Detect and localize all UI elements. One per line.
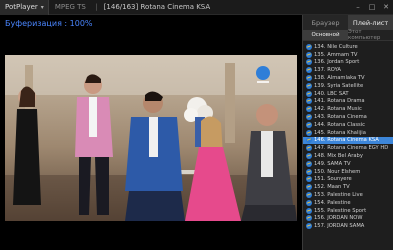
- playlist-item-label: 134. Nile Culture: [314, 43, 358, 50]
- stream-icon: [306, 168, 312, 175]
- stream-icon: [306, 184, 312, 191]
- playlist-item-label: 138. Almamlaka TV: [314, 75, 365, 82]
- playlist-item[interactable]: 152. Maan TV: [303, 183, 393, 191]
- playlist-item[interactable]: 137. ROYA: [303, 66, 393, 74]
- playlist-item-label: 153. Palestine Live: [314, 192, 363, 199]
- stream-icon: [306, 67, 312, 74]
- playlist-item-label: 156. JORDAN NOW: [314, 215, 363, 222]
- window-title: MPEG TS | [146/163] Rotana Cinema KSA: [54, 3, 211, 11]
- video-frame[interactable]: [5, 55, 297, 221]
- stream-icon: [306, 82, 312, 89]
- playlist-item[interactable]: 142. Rotana Music: [303, 105, 393, 113]
- panel-subtabs: Основной Этот компьютер: [303, 29, 393, 41]
- playlist-item[interactable]: 154. Palestine: [303, 199, 393, 207]
- playlist-item-label: 137. ROYA: [314, 67, 341, 74]
- playlist-item-label: 135. Ammam TV: [314, 51, 358, 58]
- playlist-item-label: 141. Rotana Drama: [314, 98, 365, 105]
- stream-icon: [306, 59, 312, 66]
- app-name: PotPlayer: [5, 3, 38, 11]
- playlist-item-label: 146. Rotana Cinema KSA: [314, 137, 379, 144]
- title-bar: PotPlayer ▾ MPEG TS | [146/163] Rotana C…: [0, 0, 393, 15]
- subtab-this-computer[interactable]: Этот компьютер: [348, 29, 393, 41]
- playlist-list: 134. Nile Culture 135. Ammam TV 136. Jorda…: [303, 41, 393, 230]
- playlist-item[interactable]: 153. Palestine Live: [303, 191, 393, 199]
- maximize-icon[interactable]: □: [365, 0, 379, 15]
- playlist-item[interactable]: 136. Jordan Sport: [303, 59, 393, 67]
- playlist-item-label: 148. Mix Bel Araby: [314, 153, 363, 160]
- stream-icon: [306, 106, 312, 113]
- stream-icon: [306, 223, 312, 230]
- stream-icon: [306, 145, 312, 152]
- playlist-item[interactable]: 149. SAMA TV: [303, 160, 393, 168]
- close-icon[interactable]: ✕: [379, 0, 393, 15]
- stream-icon: [306, 192, 312, 199]
- stream-icon: [306, 114, 312, 121]
- playlist-item-label: 152. Maan TV: [314, 184, 350, 191]
- stream-icon: [306, 176, 312, 183]
- playlist-item-label: 140. LBC SAT: [314, 90, 349, 97]
- playlist-item-label: 145. Rotana Khalijia: [314, 129, 366, 136]
- app-menu-button[interactable]: PotPlayer ▾: [0, 0, 49, 15]
- stream-icon: [306, 75, 312, 82]
- stream-icon: [306, 207, 312, 214]
- stream-icon: [306, 129, 312, 136]
- playlist-item-label: 142. Rotana Music: [314, 106, 362, 113]
- stream-icon: [306, 51, 312, 58]
- playlist-item-label: 139. Syria Satellite: [314, 82, 364, 89]
- channel-name: Rotana Cinema KSA: [140, 3, 211, 11]
- stream-icon: [306, 199, 312, 206]
- stream-icon: [306, 43, 312, 50]
- playlist-item[interactable]: 141. Rotana Drama: [303, 98, 393, 106]
- window-controls: – □ ✕: [351, 0, 393, 15]
- minimize-icon[interactable]: –: [351, 0, 365, 15]
- subtab-main[interactable]: Основной: [303, 30, 348, 40]
- playlist-item[interactable]: 157. JORDAN SAMA: [303, 222, 393, 230]
- playlist-item-label: 151. Sounyere: [314, 176, 352, 183]
- playlist-item[interactable]: 143. Rotana Cinema: [303, 113, 393, 121]
- playlist-item[interactable]: 145. Rotana Khalijia: [303, 129, 393, 137]
- playlist-item-label: 149. SAMA TV: [314, 160, 351, 167]
- playlist-item-label: 143. Rotana Cinema: [314, 114, 367, 121]
- playlist-item[interactable]: 155. Palestine Sport: [303, 207, 393, 215]
- stream-icon: [306, 160, 312, 167]
- playlist-item-label: 147. Rotana Cinema EGY HD: [314, 145, 389, 152]
- playlist-item-label: 157. JORDAN SAMA: [314, 223, 365, 230]
- stream-icon: [306, 153, 312, 160]
- playlist-item[interactable]: 151. Sounyere: [303, 176, 393, 184]
- stream-icon: [306, 90, 312, 97]
- playlist-item-label: 154. Palestine: [314, 199, 351, 206]
- track-counter: [146/163]: [103, 3, 139, 11]
- stream-icon: [306, 215, 312, 222]
- playlist-item[interactable]: 150. Nour Elshem: [303, 168, 393, 176]
- tab-browser[interactable]: Браузер: [303, 15, 348, 30]
- playlist-item-label: 144. Rotana Classic: [314, 121, 366, 128]
- format-label: MPEG TS: [54, 3, 86, 11]
- playlist-panel: Браузер Плей-лист Основной Этот компьюте…: [302, 15, 393, 250]
- playlist-item[interactable]: 138. Almamlaka TV: [303, 74, 393, 82]
- tab-playlist[interactable]: Плей-лист: [348, 15, 393, 30]
- video-scene: [5, 55, 297, 221]
- playlist-item[interactable]: 134. Nile Culture: [303, 43, 393, 51]
- stream-icon: [306, 98, 312, 105]
- panel-tabs: Браузер Плей-лист: [303, 15, 393, 30]
- playlist-item[interactable]: 139. Syria Satellite: [303, 82, 393, 90]
- playlist-item[interactable]: 146. Rotana Cinema KSA: [303, 136, 393, 145]
- playlist-item[interactable]: 148. Mix Bel Araby: [303, 152, 393, 160]
- playlist-item[interactable]: 156. JORDAN NOW: [303, 215, 393, 223]
- stream-icon: [306, 121, 312, 128]
- buffering-status: Буферизация : 100%: [5, 19, 93, 28]
- playlist-item-label: 155. Palestine Sport: [314, 207, 367, 214]
- playlist-item[interactable]: 140. LBC SAT: [303, 90, 393, 98]
- chevron-down-icon: ▾: [40, 3, 44, 11]
- playlist-item[interactable]: 135. Ammam TV: [303, 51, 393, 59]
- stream-icon: [306, 137, 312, 144]
- playlist-item-label: 136. Jordan Sport: [314, 59, 360, 66]
- playlist-item[interactable]: 147. Rotana Cinema EGY HD: [303, 144, 393, 152]
- playlist-item-label: 150. Nour Elshem: [314, 168, 361, 175]
- playlist-item[interactable]: 144. Rotana Classic: [303, 121, 393, 129]
